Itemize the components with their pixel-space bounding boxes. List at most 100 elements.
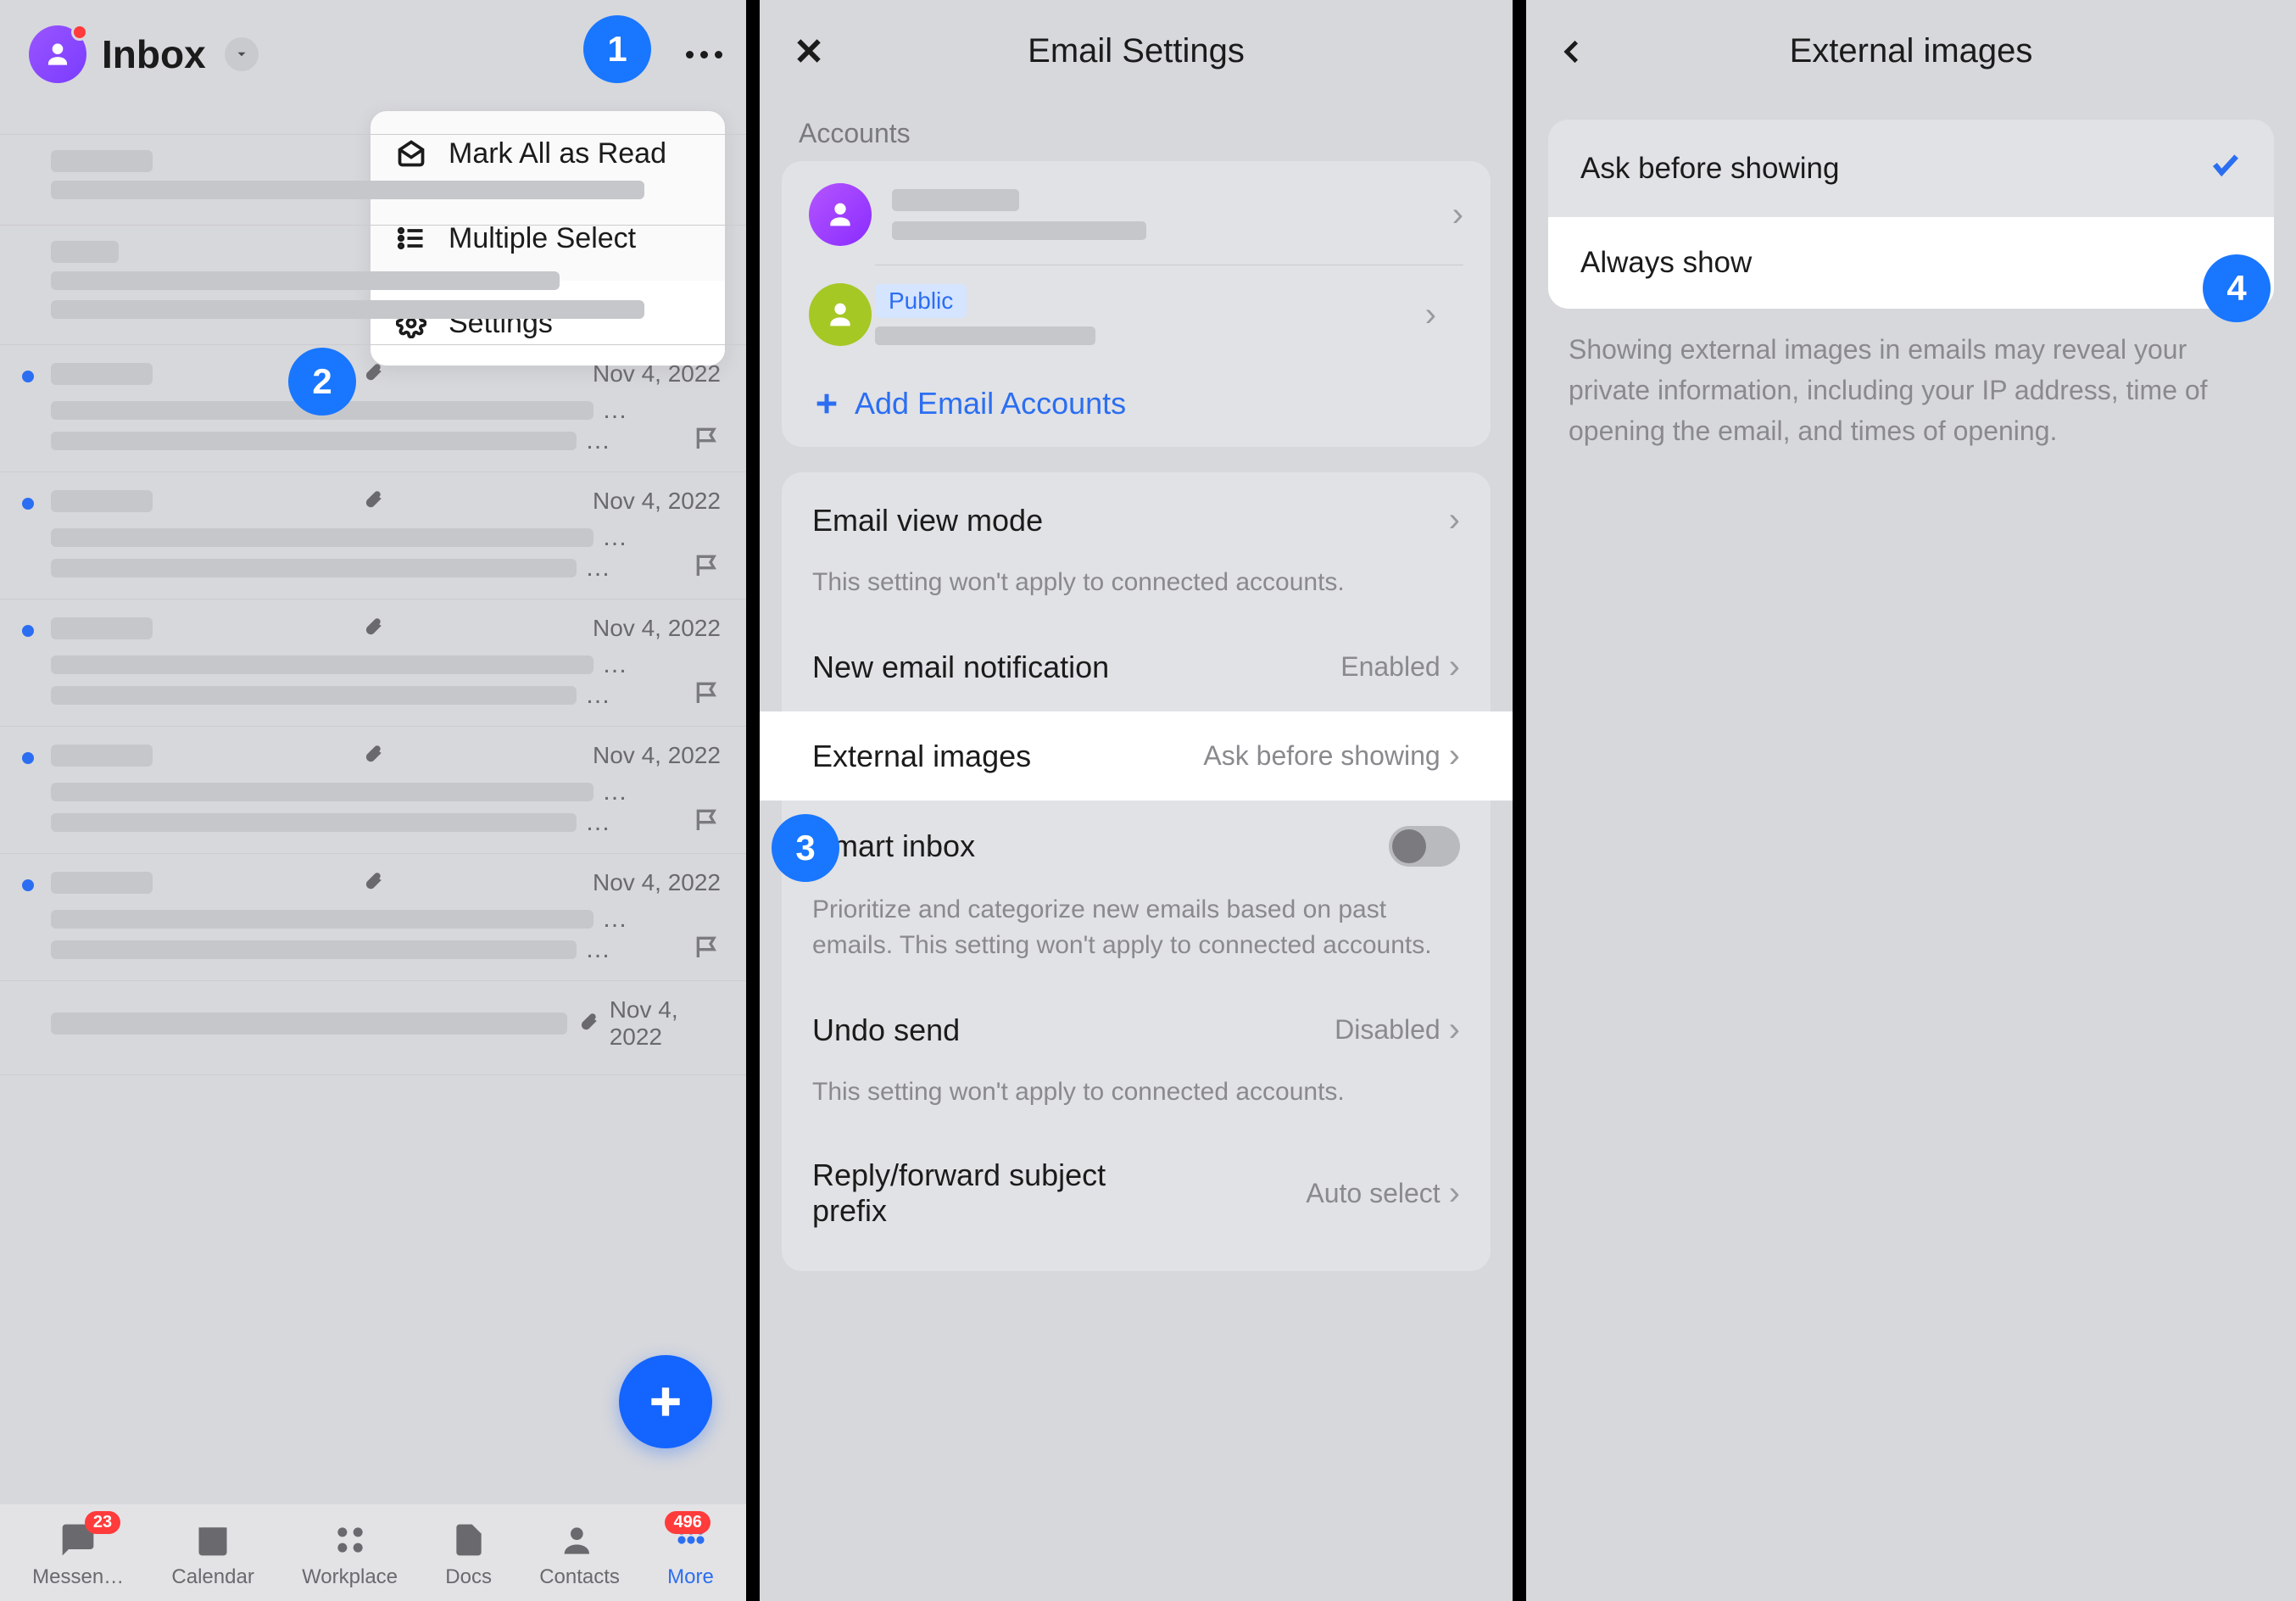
settings-title: Email Settings: [1028, 32, 1245, 70]
calendar-icon: [192, 1520, 233, 1560]
email-item[interactable]: Nov 4, 2022: [0, 981, 746, 1075]
nav-more[interactable]: 496 More: [667, 1520, 714, 1589]
chevron-right-icon: ›: [1449, 648, 1460, 686]
setting-value: Enabled: [1340, 651, 1440, 683]
setting-undo-send[interactable]: Undo send Disabled›: [782, 985, 1491, 1074]
setting-label: External images: [812, 739, 1031, 774]
unread-dot-icon: [22, 879, 34, 891]
email-item[interactable]: Nov 4, 2022 … …: [0, 600, 746, 727]
setting-external-images[interactable]: External images Ask before showing ›: [760, 711, 1513, 800]
flag-icon[interactable]: [694, 679, 721, 711]
setting-value: Ask before showing: [1203, 740, 1440, 772]
attachment-icon: [362, 488, 384, 515]
accounts-card: › Public › Add Email Accounts: [782, 161, 1491, 447]
email-date: Nov 4, 2022: [593, 742, 721, 769]
email-date: Nov 4, 2022: [593, 488, 721, 515]
setting-label: New email notification: [812, 650, 1109, 685]
notification-dot-icon: [71, 24, 88, 41]
email-item[interactable]: Nov 4, 2022 … …: [0, 472, 746, 600]
account-avatar-icon: [809, 183, 872, 246]
nav-docs[interactable]: Docs: [445, 1520, 492, 1589]
email-item[interactable]: Nov 4, 2022 … …: [0, 854, 746, 981]
privacy-note: Showing external images in emails may re…: [1526, 309, 2296, 471]
attachment-icon: [362, 616, 384, 642]
attachment-icon: [577, 1011, 599, 1037]
chevron-right-icon: ›: [1449, 1174, 1460, 1213]
setting-smart-inbox[interactable]: Smart inbox: [782, 800, 1491, 892]
flag-icon[interactable]: [694, 806, 721, 838]
nav-calendar[interactable]: Calendar: [171, 1520, 254, 1589]
panel-email-settings: Email Settings Accounts › Public › Add E…: [746, 0, 1526, 1601]
add-label: Add Email Accounts: [855, 386, 1126, 421]
chevron-right-icon: ›: [1449, 737, 1460, 775]
settings-card: Email view mode › This setting won't app…: [782, 472, 1491, 1271]
nav-workplace[interactable]: Workplace: [302, 1520, 398, 1589]
email-item[interactable]: Nov 4, 2022 … …: [0, 727, 746, 854]
option-label: Always show: [1580, 246, 1752, 280]
nav-contacts[interactable]: Contacts: [539, 1520, 620, 1589]
email-list: Nov 4, 2022 … … Nov 4, 2022 … … Nov 4, 2…: [0, 134, 746, 1075]
options-card: Ask before showing Always show: [1548, 120, 2274, 309]
setting-subject-prefix[interactable]: Reply/forward subject prefix Auto select…: [782, 1132, 1491, 1254]
email-item[interactable]: [0, 226, 746, 345]
email-date: Nov 4, 2022: [593, 360, 721, 388]
badge-count: 496: [665, 1511, 710, 1534]
more-menu-button[interactable]: [686, 51, 722, 59]
bottom-nav: 23 Messen… Calendar Workplace Docs Conta…: [0, 1504, 746, 1601]
settings-header: Email Settings: [760, 0, 1513, 103]
grid-icon: [330, 1520, 371, 1560]
setting-sub: Prioritize and categorize new emails bas…: [782, 892, 1491, 985]
chevron-right-icon: ›: [1452, 196, 1463, 234]
option-ask-before[interactable]: Ask before showing: [1548, 120, 2274, 217]
back-icon[interactable]: [1558, 37, 1587, 70]
ext-images-header: External images: [1526, 0, 2296, 103]
account-row[interactable]: ›: [782, 165, 1491, 265]
close-icon[interactable]: [792, 34, 826, 72]
unread-dot-icon: [22, 625, 34, 637]
chevron-right-icon: ›: [1449, 501, 1460, 539]
email-date: Nov 4, 2022: [593, 869, 721, 896]
account-avatar-icon: [809, 283, 872, 346]
accounts-label: Accounts: [760, 103, 1513, 161]
toggle-switch[interactable]: [1389, 826, 1460, 867]
step-4-badge: 4: [2203, 254, 2271, 322]
nav-label: Messen…: [32, 1565, 124, 1589]
public-badge: Public: [875, 284, 967, 318]
option-label: Ask before showing: [1580, 152, 1839, 186]
badge-count: 23: [85, 1511, 120, 1534]
email-date: Nov 4, 2022: [610, 996, 721, 1051]
email-item[interactable]: [0, 134, 746, 226]
inbox-title: Inbox: [102, 31, 206, 77]
compose-fab[interactable]: [619, 1355, 712, 1448]
step-3-badge: 3: [772, 814, 839, 882]
setting-label: Reply/forward subject prefix: [812, 1158, 1168, 1229]
attachment-icon: [362, 361, 384, 388]
flag-icon[interactable]: [694, 425, 721, 456]
account-row[interactable]: Public ›: [875, 265, 1463, 364]
email-item[interactable]: Nov 4, 2022 … …: [0, 345, 746, 472]
setting-notification[interactable]: New email notification Enabled ›: [782, 622, 1491, 711]
panel-external-images: External images Ask before showing Alway…: [1526, 0, 2296, 1601]
add-email-accounts[interactable]: Add Email Accounts: [782, 364, 1491, 443]
check-icon: [2210, 148, 2242, 188]
inbox-dropdown-toggle[interactable]: [225, 37, 259, 71]
setting-value: Auto select: [1306, 1178, 1440, 1209]
flag-icon[interactable]: [694, 552, 721, 583]
contacts-icon: [560, 1520, 600, 1560]
option-always-show[interactable]: Always show: [1548, 217, 2274, 309]
account-avatar[interactable]: [29, 25, 86, 83]
setting-label: Email view mode: [812, 503, 1043, 538]
setting-label: Undo send: [812, 1012, 960, 1048]
setting-sub: This setting won't apply to connected ac…: [782, 1074, 1491, 1132]
nav-messenger[interactable]: 23 Messen…: [32, 1520, 124, 1589]
attachment-icon: [362, 743, 384, 769]
nav-label: Calendar: [171, 1565, 254, 1589]
flag-icon[interactable]: [694, 934, 721, 965]
nav-label: Docs: [445, 1565, 492, 1589]
setting-sub: This setting won't apply to connected ac…: [782, 565, 1491, 622]
panel-inbox: Inbox 1 Mark All as Read Multiple Select…: [0, 0, 746, 1601]
setting-view-mode[interactable]: Email view mode ›: [782, 476, 1491, 565]
attachment-icon: [362, 870, 384, 896]
unread-dot-icon: [22, 371, 34, 382]
unread-dot-icon: [22, 498, 34, 510]
